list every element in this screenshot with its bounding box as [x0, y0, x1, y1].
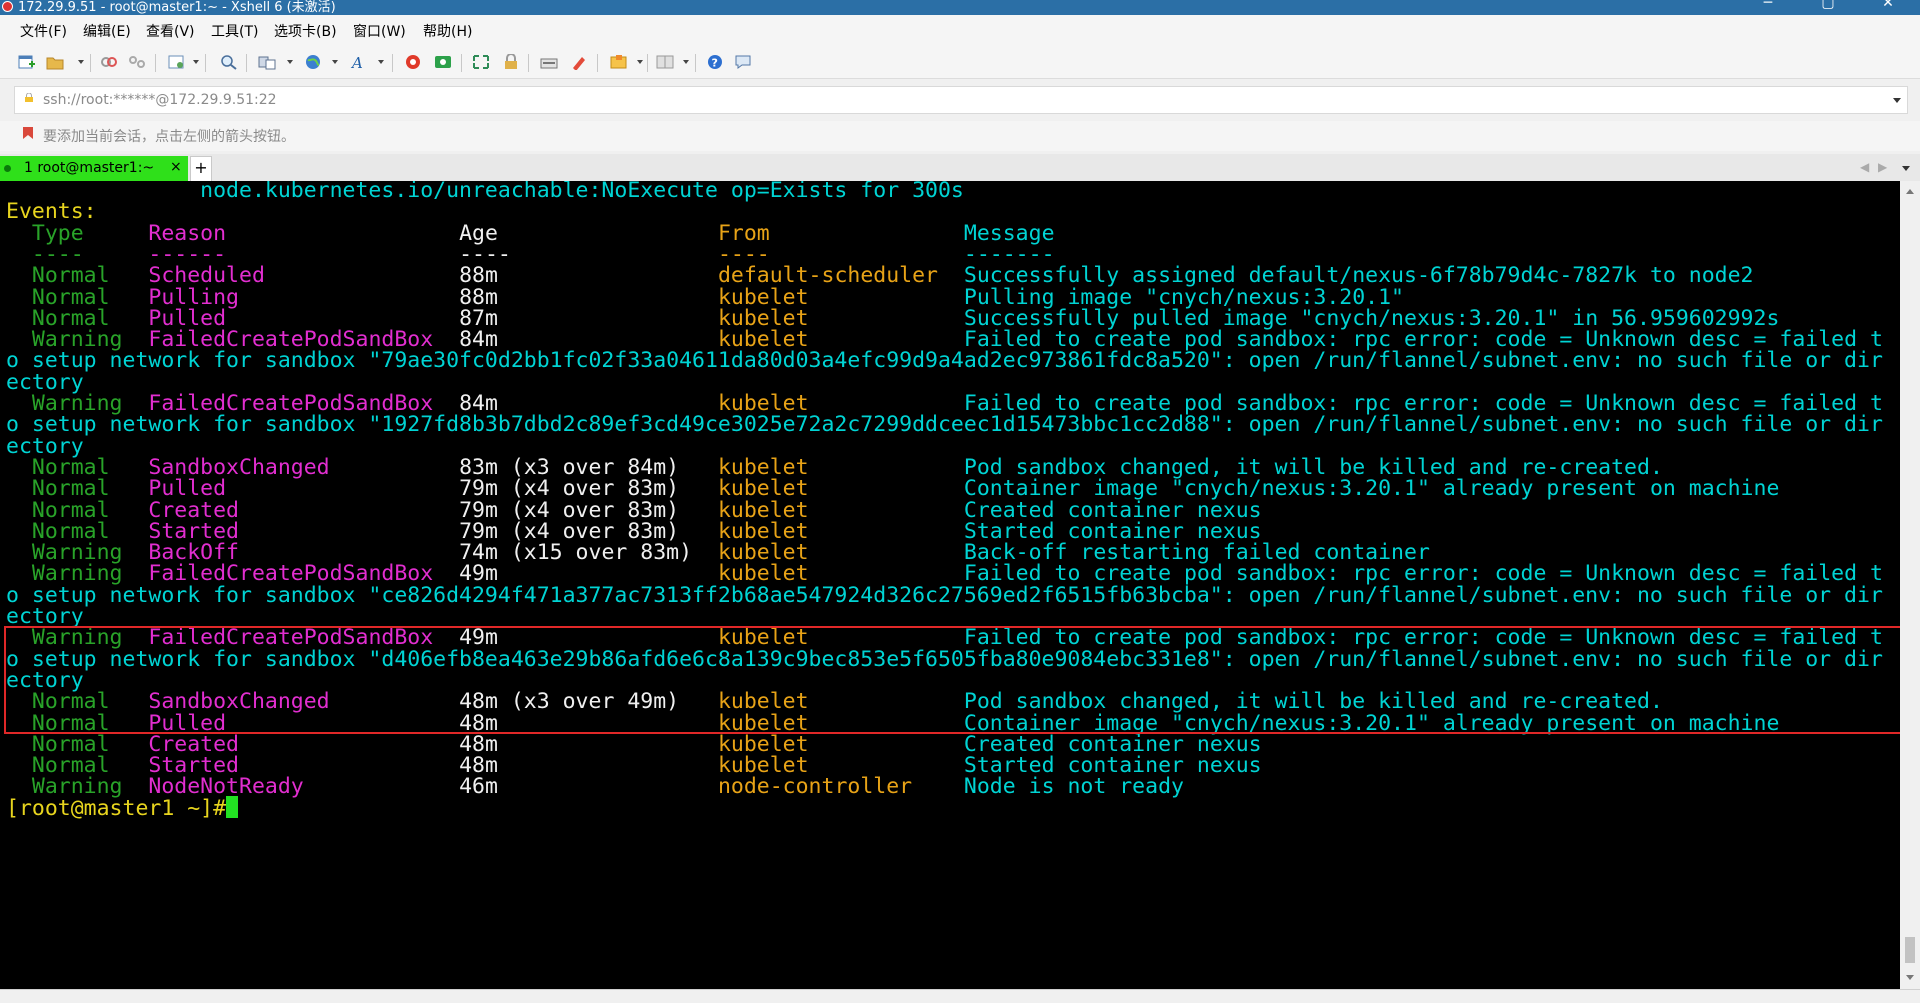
layout-dropdown-icon[interactable] [683, 60, 689, 64]
terminal-text: node.kubernetes.io/unreachable:NoExecute… [6, 181, 964, 203]
terminal-text: o setup network for sandbox "1927fd8b3b7… [6, 412, 1883, 438]
compose-icon[interactable] [610, 54, 628, 70]
transfer-icon[interactable] [258, 54, 276, 70]
address-input[interactable]: ssh://root:******@172.29.9.51:22 [43, 92, 277, 108]
terminal-output[interactable]: node.kubernetes.io/unreachable:NoExecute… [0, 181, 1900, 989]
terminal-line: o setup network for sandbox "ce826d4294f… [6, 583, 1883, 609]
terminal-scrollbar[interactable] [1900, 181, 1920, 989]
chat-icon[interactable] [734, 54, 752, 70]
scroll-down-icon[interactable] [1906, 975, 1914, 980]
fullscreen-icon[interactable] [472, 54, 490, 70]
session-hint-bar: 要添加当前会话，点击左侧的箭头按钮。 [0, 121, 1920, 151]
globe-dropdown-icon[interactable] [332, 60, 338, 64]
menu-edit[interactable]: 编辑(E) [83, 21, 131, 41]
terminal-line: [root@master1 ~]# [6, 795, 239, 822]
globe-icon[interactable] [304, 54, 322, 70]
open-dropdown-icon[interactable] [78, 60, 84, 64]
terminal-text: [root@master1 ~]# [6, 795, 227, 821]
compose-dropdown-icon[interactable] [637, 60, 643, 64]
help-icon[interactable]: ? [706, 54, 724, 70]
keyboard-icon[interactable] [540, 54, 558, 70]
terminal-text: o setup network for sandbox "79ae30fc0d2… [6, 348, 1883, 374]
terminal-text: Node is not ready [963, 774, 1184, 800]
scroll-up-icon[interactable] [1906, 189, 1914, 194]
menu-tab[interactable]: 选项卡(B) [274, 21, 337, 41]
terminal-line: o setup network for sandbox "79ae30fc0d2… [6, 348, 1883, 374]
scroll-thumb[interactable] [1905, 937, 1915, 963]
title-bar: 172.29.9.51 - root@master1:~ - Xshell 6 … [0, 0, 1920, 15]
address-lock-icon [25, 93, 33, 102]
new-session-icon[interactable] [18, 54, 36, 70]
svg-text:?: ? [712, 57, 718, 70]
terminal-text: node-controller [717, 774, 964, 800]
menu-tools[interactable]: 工具(T) [211, 21, 258, 41]
address-bar[interactable]: ssh://root:******@172.29.9.51:22 [14, 86, 1908, 114]
lock-icon[interactable] [502, 54, 520, 70]
properties-dropdown-icon[interactable] [193, 60, 199, 64]
disconnect-icon[interactable] [128, 54, 146, 70]
tab-bar: 1 root@master1:~ × + ◀ ▶ [0, 154, 1920, 182]
close-window-icon[interactable]: ✕ [1868, 0, 1908, 13]
menu-view[interactable]: 查看(V) [146, 21, 195, 41]
maximize-icon[interactable]: ▢ [1808, 0, 1848, 13]
font-dropdown-icon[interactable] [378, 60, 384, 64]
tab-list-dropdown-icon[interactable] [1902, 166, 1910, 171]
menu-file[interactable]: 文件(F) [20, 21, 67, 41]
terminal-text: o setup network for sandbox "d406efb8ea4… [6, 646, 1883, 672]
tab-session-master1[interactable]: 1 root@master1:~ × [0, 156, 188, 181]
hint-text: 要添加当前会话，点击左侧的箭头按钮。 [43, 129, 295, 145]
connection-status-icon [4, 165, 11, 172]
tab-next-icon[interactable]: ▶ [1878, 160, 1887, 174]
add-session-arrow-icon[interactable] [21, 126, 35, 140]
xshell-app-icon [2, 1, 13, 12]
menu-window[interactable]: 窗口(W) [353, 21, 406, 41]
address-dropdown-icon[interactable] [1893, 98, 1901, 103]
tab-close-icon[interactable]: × [170, 159, 182, 175]
terminal-text: 46m [459, 774, 718, 800]
tab-prev-icon[interactable]: ◀ [1860, 160, 1869, 174]
connect-icon[interactable] [100, 54, 118, 70]
terminal-line: o setup network for sandbox "1927fd8b3b7… [6, 412, 1883, 438]
properties-icon[interactable] [168, 54, 186, 70]
transfer-dropdown-icon[interactable] [287, 60, 293, 64]
terminal-cursor [226, 795, 239, 818]
tab-label: 1 root@master1:~ [24, 160, 155, 176]
menu-help[interactable]: 帮助(H) [423, 21, 472, 41]
minimize-icon[interactable]: ─ [1748, 0, 1788, 13]
toolbar: A ? [0, 40, 1920, 79]
layout-icon[interactable] [656, 54, 674, 70]
xftp-icon[interactable] [404, 54, 422, 70]
status-bar [0, 989, 1920, 1003]
new-tab-button[interactable]: + [190, 156, 212, 182]
terminal-line: o setup network for sandbox "d406efb8ea4… [6, 647, 1883, 673]
terminal-line: node.kubernetes.io/unreachable:NoExecute… [6, 181, 964, 204]
terminal-text: o setup network for sandbox "ce826d4294f… [6, 582, 1883, 608]
svg-text:A: A [350, 54, 363, 70]
find-icon[interactable] [220, 54, 238, 70]
font-icon[interactable]: A [350, 54, 368, 70]
window-title: 172.29.9.51 - root@master1:~ - Xshell 6 … [18, 0, 336, 15]
open-icon[interactable] [46, 54, 64, 70]
xmanager-icon[interactable] [434, 54, 452, 70]
highlight-icon[interactable] [570, 54, 588, 70]
menu-bar: 文件(F) 编辑(E) 查看(V) 工具(T) 选项卡(B) 窗口(W) 帮助(… [0, 15, 1920, 40]
